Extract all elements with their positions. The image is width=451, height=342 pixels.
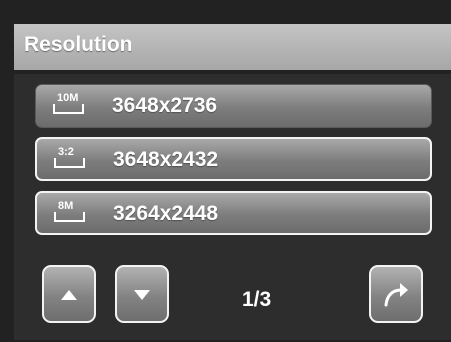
- resolution-8m-icon: 8M: [53, 200, 97, 223]
- resolution-10m-icon: 10M: [52, 92, 96, 115]
- option-row-1[interactable]: 10M 3648x2736: [35, 84, 432, 128]
- curved-arrow-icon: [384, 283, 408, 307]
- option-label: 3648x2432: [113, 148, 219, 171]
- back-button[interactable]: [369, 265, 423, 323]
- triangle-up-icon: [61, 290, 77, 300]
- page-indicator: 1/3: [242, 288, 272, 311]
- option-label: 3264x2448: [113, 202, 219, 225]
- scroll-down-button[interactable]: [115, 265, 169, 323]
- triangle-down-icon: [134, 290, 150, 300]
- scroll-up-button[interactable]: [42, 265, 96, 323]
- option-row-2[interactable]: 3:2 3648x2432: [35, 137, 432, 181]
- option-label: 3648x2736: [112, 94, 218, 117]
- title-bar: Resolution: [14, 24, 451, 70]
- page-title: Resolution: [24, 33, 133, 56]
- option-row-3[interactable]: 8M 3264x2448: [35, 191, 432, 235]
- resolution-3-2-icon: 3:2: [53, 146, 97, 169]
